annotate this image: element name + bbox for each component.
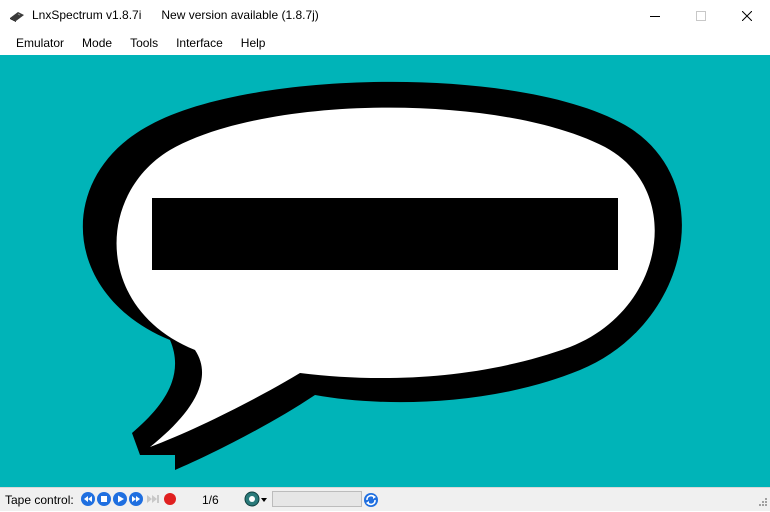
app-icon [9, 9, 25, 23]
resize-grip-icon[interactable] [756, 497, 768, 509]
menu-emulator[interactable]: Emulator [0, 31, 73, 55]
menu-mode[interactable]: Mode [73, 31, 121, 55]
record-button[interactable] [163, 492, 177, 506]
menu-bar: Emulator Mode Tools Interface Help [0, 31, 770, 55]
maximize-icon [696, 10, 706, 21]
fast-forward-icon [129, 492, 143, 506]
refresh-icon [364, 493, 378, 507]
fast-forward-button[interactable] [129, 492, 143, 506]
close-icon [742, 10, 752, 21]
emulator-screen[interactable] [0, 55, 770, 487]
menu-interface[interactable]: Interface [167, 31, 232, 55]
menu-tools[interactable]: Tools [121, 31, 167, 55]
tape-position: 1/6 [202, 493, 219, 507]
minimize-button[interactable] [632, 0, 678, 31]
stop-button[interactable] [97, 492, 111, 506]
rewind-button[interactable] [81, 492, 95, 506]
record-icon [164, 493, 176, 505]
minimize-icon [650, 15, 660, 17]
skip-button[interactable] [146, 492, 160, 506]
skip-icon [147, 495, 159, 503]
volume-button[interactable] [244, 491, 268, 507]
stop-icon [97, 492, 111, 506]
speech-bubble-icon [82, 81, 682, 470]
status-bar: Tape control: 1/6 [0, 487, 770, 511]
tape-control-label: Tape control: [5, 493, 74, 507]
refresh-button[interactable] [363, 492, 379, 508]
rewind-icon [81, 492, 95, 506]
menu-help[interactable]: Help [232, 31, 275, 55]
play-button[interactable] [113, 492, 127, 506]
minus-bar [152, 198, 618, 270]
play-icon [113, 492, 127, 506]
volume-icon [244, 491, 267, 507]
title-bar: LnxSpectrum v1.8.7i New version availabl… [0, 0, 770, 31]
window-title: LnxSpectrum v1.8.7i New version availabl… [32, 8, 319, 22]
maximize-button[interactable] [678, 0, 724, 31]
tape-progress-bar [272, 491, 362, 507]
close-button[interactable] [724, 0, 770, 31]
